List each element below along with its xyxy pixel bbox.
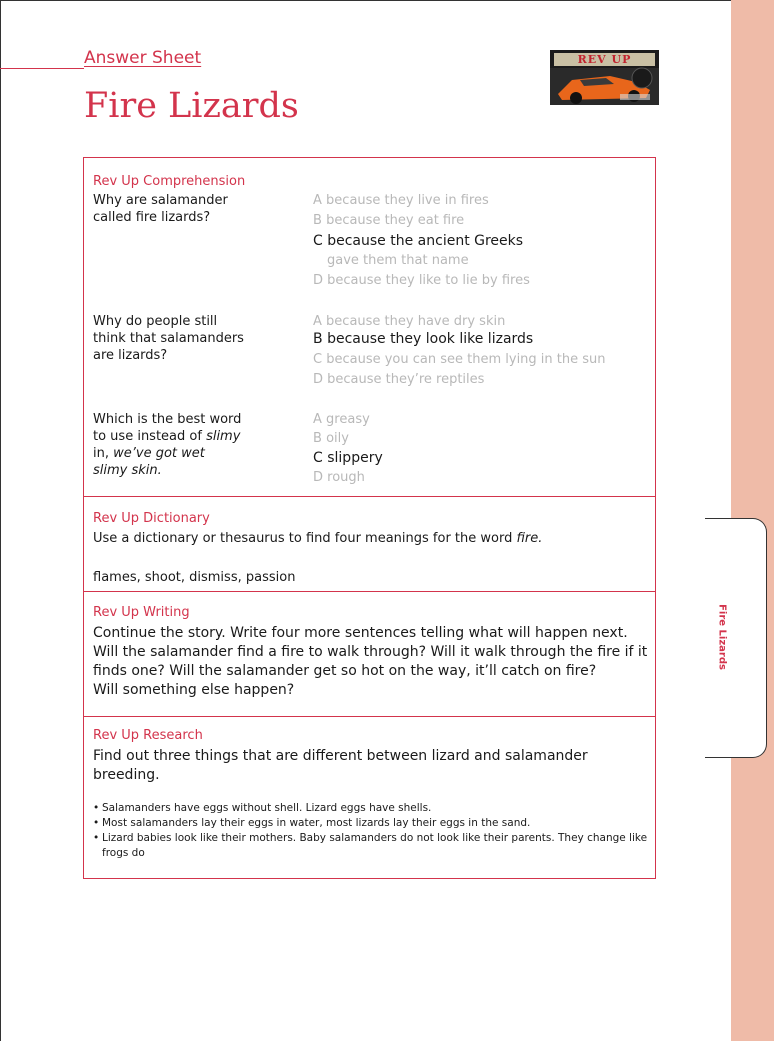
race-car-icon [550,67,659,105]
q1-option-c: C because the ancient Greeks [313,233,524,249]
q1-option-c-cont: gave them that name [327,253,469,268]
question-1: Why are salamander called fire lizards? [93,193,228,225]
q3-option-c: C slippery [313,450,383,466]
q3-option-a: A greasy [313,412,370,427]
question-3: Which is the best word to use instead of… [93,412,242,478]
q1-option-b: B because they eat fire [313,213,465,228]
q1-option-a: A because they live in fires [313,193,489,208]
q2-option-a: A because they have dry skin [313,314,506,329]
header-rule [0,68,84,69]
list-item: Salamanders have eggs without shell. Liz… [93,801,653,816]
dictionary-prompt: Use a dictionary or thesaurus to find fo… [93,531,543,546]
page-title: Fire Lizards [84,86,299,126]
question-2: Why do people still think that salamande… [93,314,244,363]
writing-prompt: Continue the story. Write four more sent… [93,625,648,698]
q2-option-c: C because you can see them lying in the … [313,352,606,367]
q2-option-d: D because they’re reptiles [313,372,485,387]
research-answers: Salamanders have eggs without shell. Liz… [93,801,653,861]
q3-option-d: D rough [313,470,365,485]
list-item: Most salamanders lay their eggs in water… [93,816,653,831]
q3-option-b: B oily [313,431,349,446]
side-tab [705,518,767,758]
research-prompt: Find out three things that are different… [93,748,588,783]
list-item: Lizard babies look like their mothers. B… [93,831,653,861]
dictionary-title: Rev Up Dictionary [93,511,210,526]
research-title: Rev Up Research [93,728,203,743]
dictionary-answer: flames, shoot, dismiss, passion [93,570,296,585]
q2-option-b: B because they look like lizards [313,331,534,347]
writing-title: Rev Up Writing [93,605,190,620]
rev-up-logo: REV UP [550,50,659,105]
answer-sheet-heading: Answer Sheet [84,48,202,68]
q1-option-d: D because they like to lie by fires [313,273,530,288]
comprehension-title: Rev Up Comprehension [93,174,246,189]
